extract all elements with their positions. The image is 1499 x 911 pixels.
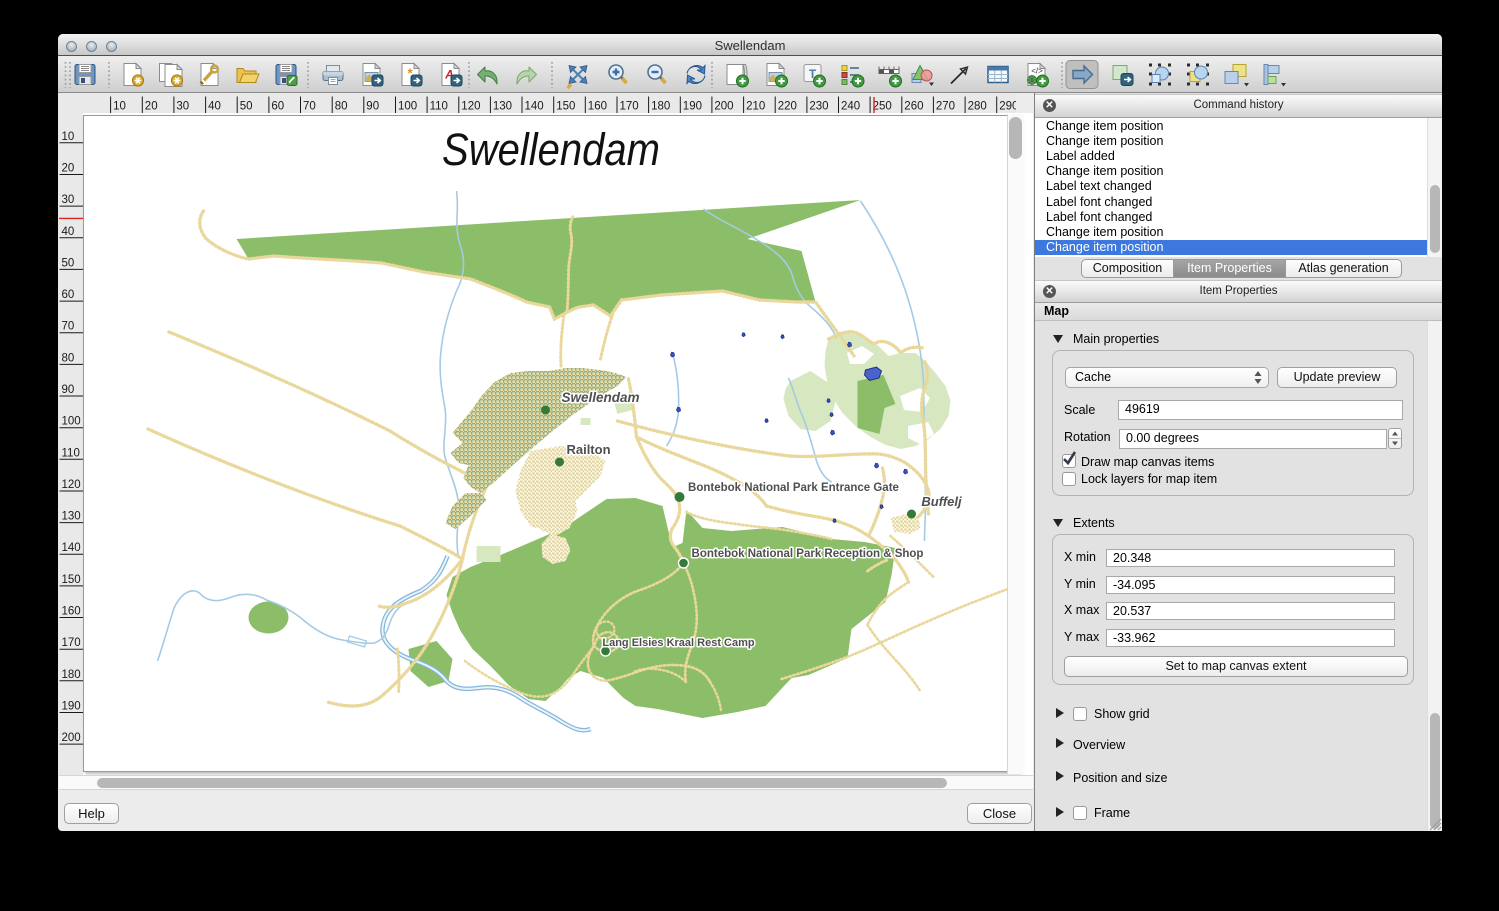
svg-text:Bontebok National Park Recepti: Bontebok National Park Reception & Shop [692,548,924,560]
svg-text:180: 180 [62,669,81,681]
svg-text:220: 220 [778,101,797,113]
svg-text:270: 270 [936,101,955,113]
svg-text:20: 20 [145,101,158,113]
svg-text:Swellendam: Swellendam [442,124,660,175]
svg-text:40: 40 [62,226,75,238]
svg-text:80: 80 [335,101,348,113]
svg-text:Swellendam: Swellendam [561,390,639,405]
svg-text:100: 100 [62,416,81,428]
svg-text:40: 40 [208,101,221,113]
svg-text:210: 210 [746,101,765,113]
svg-text:70: 70 [62,321,75,333]
svg-text:120: 120 [461,101,480,113]
svg-text:200: 200 [62,732,81,744]
svg-text:170: 170 [62,637,81,649]
svg-text:190: 190 [62,701,81,713]
svg-text:200: 200 [714,101,733,113]
svg-text:Bontebok National Park Entranc: Bontebok National Park Entrance Gate [688,482,899,494]
svg-text:260: 260 [904,101,923,113]
svg-text:160: 160 [588,101,607,113]
svg-text:180: 180 [651,101,670,113]
svg-text:Railton: Railton [566,442,610,457]
svg-text:290: 290 [999,101,1016,113]
svg-text:10: 10 [62,131,75,143]
svg-text:Buffelj: Buffelj [921,494,962,509]
svg-text:30: 30 [176,101,189,113]
svg-text:160: 160 [62,606,81,618]
svg-text:50: 50 [240,101,253,113]
svg-text:10: 10 [113,101,126,113]
svg-text:110: 110 [62,447,80,459]
svg-text:90: 90 [366,101,379,113]
svg-text:60: 60 [62,289,75,301]
svg-text:60: 60 [271,101,284,113]
svg-text:190: 190 [683,101,702,113]
svg-text:Lang Elsies Kraal Rest Camp: Lang Elsies Kraal Rest Camp [602,637,755,649]
svg-text:20: 20 [62,163,75,175]
svg-text:90: 90 [62,384,75,396]
svg-text:130: 130 [493,101,512,113]
svg-text:80: 80 [62,352,75,364]
svg-text:280: 280 [968,101,987,113]
svg-text:70: 70 [303,101,316,113]
svg-text:150: 150 [62,574,81,586]
svg-text:230: 230 [809,101,828,113]
svg-text:150: 150 [556,101,575,113]
svg-text:130: 130 [62,511,81,523]
svg-text:240: 240 [841,101,860,113]
svg-text:30: 30 [62,194,75,206]
svg-text:</>: </> [1031,67,1043,76]
svg-text:120: 120 [62,479,81,491]
svg-text:250: 250 [873,101,892,113]
svg-text:50: 50 [62,257,75,269]
svg-text:140: 140 [525,101,544,113]
svg-text:100: 100 [398,101,417,113]
svg-text:140: 140 [62,542,81,554]
svg-text:170: 170 [620,101,639,113]
svg-text:110: 110 [430,101,448,113]
